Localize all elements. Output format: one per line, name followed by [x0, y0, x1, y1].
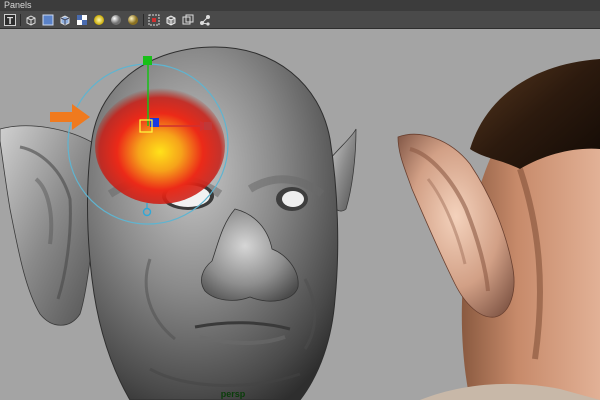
checker-cube-icon[interactable] [75, 13, 89, 27]
select-camera-icon[interactable] [147, 13, 161, 27]
shaded-cube-icon[interactable] [41, 13, 55, 27]
manipulator-z-handle [150, 118, 159, 127]
gray-sphere-icon[interactable] [109, 13, 123, 27]
menu-bar: Panels [0, 0, 600, 11]
soft-select-falloff [95, 88, 225, 204]
text-icon[interactable]: T [3, 13, 17, 27]
panel-toolbar: T [0, 11, 600, 29]
nodes-icon[interactable] [198, 13, 212, 27]
manipulator-y-handle [143, 56, 152, 65]
light-bulb-icon[interactable] [92, 13, 106, 27]
wireframe-cube-icon[interactable] [24, 13, 38, 27]
perspective-viewport[interactable]: persp [0, 29, 600, 400]
isolate-cube-icon[interactable] [164, 13, 178, 27]
svg-text:T: T [7, 16, 13, 26]
toolbar-separator [20, 13, 21, 26]
shadow-sphere-icon[interactable] [126, 13, 140, 27]
panels-menu[interactable]: Panels [0, 0, 32, 10]
camera-label: persp [220, 389, 246, 399]
textured-cube-icon[interactable] [58, 13, 72, 27]
viewport-scene [0, 46, 600, 400]
xray-cube-icon[interactable] [181, 13, 195, 27]
toolbar-separator [143, 13, 144, 26]
